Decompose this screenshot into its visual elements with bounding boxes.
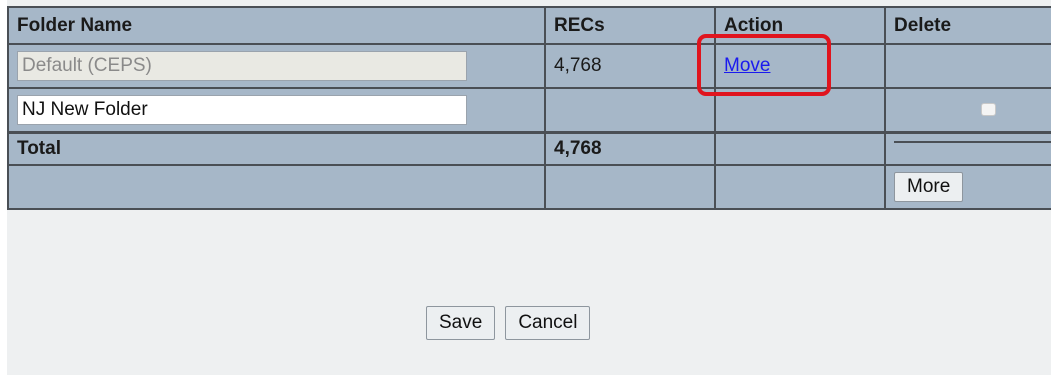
footer-row: More (7, 164, 1051, 210)
delete-checkbox[interactable] (981, 103, 996, 117)
folder-name-field-default (17, 51, 467, 81)
move-link[interactable]: Move (724, 55, 770, 76)
table-row (7, 87, 1051, 134)
total-recs: 4,768 (544, 131, 716, 166)
total-label: Total (7, 131, 546, 166)
save-button[interactable]: Save (426, 306, 496, 340)
recs-cell: 4,768 (544, 43, 716, 89)
total-delete-cell (884, 131, 1051, 166)
delete-cell (884, 43, 1051, 89)
action-cell: Move (714, 43, 886, 89)
folder-name-cell (7, 87, 546, 134)
table-row: 4,768 Move (7, 43, 1051, 89)
more-button[interactable]: More (894, 172, 964, 202)
divider (894, 141, 1050, 143)
folder-table: Folder Name RECs Action Delete 4,768 Mov… (7, 6, 1051, 210)
header-recs: RECs (544, 6, 716, 45)
action-cell (714, 87, 886, 134)
header-row: Folder Name RECs Action Delete (7, 6, 1051, 45)
header-folder-name: Folder Name (7, 6, 546, 45)
folder-name-cell (7, 43, 546, 89)
form-buttons: Save Cancel (426, 306, 591, 340)
recs-cell (544, 87, 716, 134)
delete-cell (884, 87, 1051, 134)
total-row: Total 4,768 (7, 131, 1051, 166)
footer-cell (714, 164, 886, 210)
footer-cell (7, 164, 546, 210)
header-delete: Delete (884, 6, 1051, 45)
cancel-button[interactable]: Cancel (505, 306, 591, 340)
footer-cell (544, 164, 716, 210)
folder-name-field-new[interactable] (17, 95, 467, 125)
more-cell: More (884, 164, 1051, 210)
header-action: Action (714, 6, 886, 45)
total-action-cell (714, 131, 886, 166)
